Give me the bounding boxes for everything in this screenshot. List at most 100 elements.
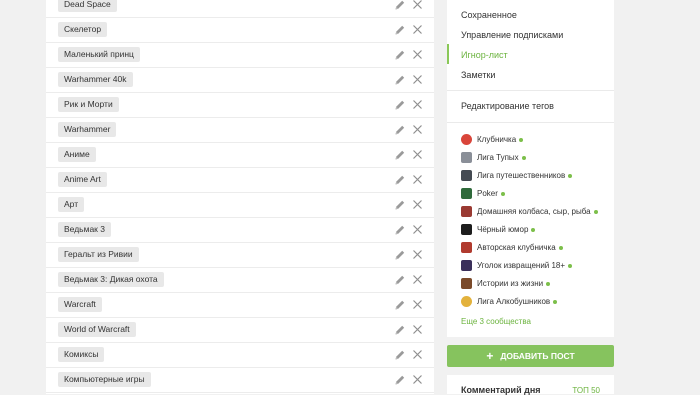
poker-avatar-icon <box>461 188 472 199</box>
community-item[interactable]: Уголок извращений 18+ <box>461 260 573 271</box>
menu-subscriptions[interactable]: Управление подписками <box>461 30 563 40</box>
online-dot-icon <box>531 227 536 232</box>
close-icon[interactable] <box>412 0 423 10</box>
close-icon[interactable] <box>412 224 423 235</box>
community-item[interactable]: Чёрный юмор <box>461 224 536 235</box>
tag-row: Warhammer 40k <box>46 68 434 93</box>
online-dot-icon <box>593 209 598 214</box>
pencil-icon[interactable] <box>394 174 406 186</box>
close-icon[interactable] <box>412 199 423 210</box>
pencil-icon[interactable] <box>394 249 406 261</box>
alcohol-league-avatar-icon <box>461 296 472 307</box>
menu-ignore-list[interactable]: Игнор-лист <box>461 50 508 60</box>
community-item[interactable]: Домашняя колбаса, сыр, рыба <box>461 206 598 217</box>
more-communities-link[interactable]: Еще 3 сообщества <box>461 317 531 326</box>
community-item[interactable]: Истории из жизни <box>461 278 551 289</box>
online-dot-icon <box>519 137 524 142</box>
community-name: Истории из жизни <box>477 279 544 288</box>
community-name: Авторская клубничка <box>477 243 556 252</box>
tag-row: Anime Art <box>46 168 434 193</box>
divider <box>447 122 614 123</box>
league-dumb-avatar-icon <box>461 152 472 163</box>
tag-row: Warhammer <box>46 118 434 143</box>
pencil-icon[interactable] <box>394 349 406 361</box>
pencil-icon[interactable] <box>394 49 406 61</box>
tag-chip[interactable]: Anime Art <box>58 172 107 187</box>
tag-row: Арт <box>46 193 434 218</box>
community-name: Лига путешественников <box>477 171 566 180</box>
pencil-icon[interactable] <box>394 0 406 11</box>
pencil-icon[interactable] <box>394 124 406 136</box>
tag-chip[interactable]: Скелетор <box>58 22 108 37</box>
community-item[interactable]: Лига Алкобушников <box>461 296 558 307</box>
close-icon[interactable] <box>412 324 423 335</box>
tag-chip[interactable]: World of Warcraft <box>58 322 136 337</box>
community-item[interactable]: Лига Тупых <box>461 152 526 163</box>
community-item[interactable]: Авторская клубничка <box>461 242 563 253</box>
pencil-icon[interactable] <box>394 74 406 86</box>
pencil-icon[interactable] <box>394 24 406 36</box>
pencil-icon[interactable] <box>394 274 406 286</box>
online-dot-icon <box>568 173 573 178</box>
community-name: Уголок извращений 18+ <box>477 261 566 270</box>
strawberry-avatar-icon <box>461 134 472 145</box>
tag-chip[interactable]: Аниме <box>58 147 96 162</box>
menu-saved[interactable]: Сохраненное <box>461 10 517 20</box>
tag-row: Dead Space <box>46 0 434 18</box>
tag-chip[interactable]: Dead Space <box>58 0 117 12</box>
pencil-icon[interactable] <box>394 224 406 236</box>
close-icon[interactable] <box>412 249 423 260</box>
community-name: Чёрный юмор <box>477 225 529 234</box>
community-item[interactable]: Лига путешественников <box>461 170 573 181</box>
close-icon[interactable] <box>412 74 423 85</box>
tag-chip[interactable]: Геральт из Ривии <box>58 247 139 262</box>
close-icon[interactable] <box>412 299 423 310</box>
community-item[interactable]: Клубничка <box>461 134 524 145</box>
close-icon[interactable] <box>412 24 423 35</box>
corner-18-avatar-icon <box>461 260 472 271</box>
online-dot-icon <box>500 191 505 196</box>
author-strawberry-avatar-icon <box>461 242 472 253</box>
tag-chip[interactable]: Warhammer <box>58 122 117 137</box>
menu-edit-tags[interactable]: Редактирование тегов <box>461 101 554 111</box>
tag-row: Ведьмак 3 <box>46 218 434 243</box>
tag-chip[interactable]: Warcraft <box>58 297 102 312</box>
pencil-icon[interactable] <box>394 374 406 386</box>
close-icon[interactable] <box>412 274 423 285</box>
close-icon[interactable] <box>412 99 423 110</box>
tag-chip[interactable]: Ведьмак 3 <box>58 222 111 237</box>
add-post-button[interactable]: + ДОБАВИТЬ ПОСТ <box>447 345 614 367</box>
community-item[interactable]: Poker <box>461 188 505 199</box>
pencil-icon[interactable] <box>394 99 406 111</box>
tag-chip[interactable]: Warhammer 40k <box>58 72 133 87</box>
close-icon[interactable] <box>412 349 423 360</box>
tag-chip[interactable]: Маленький принц <box>58 47 140 62</box>
close-icon[interactable] <box>412 374 423 385</box>
comment-of-day-widget: Комментарий дня ТОП 50 <box>447 375 614 395</box>
close-icon[interactable] <box>412 174 423 185</box>
close-icon[interactable] <box>412 124 423 135</box>
close-icon[interactable] <box>412 149 423 160</box>
tag-row: Ведьмак 3: Дикая охота <box>46 268 434 293</box>
tag-row: Геральт из Ривии <box>46 243 434 268</box>
pencil-icon[interactable] <box>394 199 406 211</box>
tag-chip[interactable]: Комиксы <box>58 347 105 362</box>
sausage-avatar-icon <box>461 206 472 217</box>
black-humor-avatar-icon <box>461 224 472 235</box>
tag-row: Аниме <box>46 143 434 168</box>
tag-row: Компьютерные игры <box>46 368 434 393</box>
menu-notes[interactable]: Заметки <box>461 70 495 80</box>
online-dot-icon <box>553 299 558 304</box>
community-name: Лига Тупых <box>477 153 519 162</box>
pencil-icon[interactable] <box>394 299 406 311</box>
tag-row: World of Warcraft <box>46 318 434 343</box>
pencil-icon[interactable] <box>394 324 406 336</box>
tag-chip[interactable]: Компьютерные игры <box>58 372 151 387</box>
close-icon[interactable] <box>412 49 423 60</box>
tag-row: Комиксы <box>46 343 434 368</box>
tag-chip[interactable]: Арт <box>58 197 85 212</box>
pencil-icon[interactable] <box>394 149 406 161</box>
tag-row: Скелетор <box>46 18 434 43</box>
tag-chip[interactable]: Рик и Морти <box>58 97 119 112</box>
tag-chip[interactable]: Ведьмак 3: Дикая охота <box>58 272 164 287</box>
